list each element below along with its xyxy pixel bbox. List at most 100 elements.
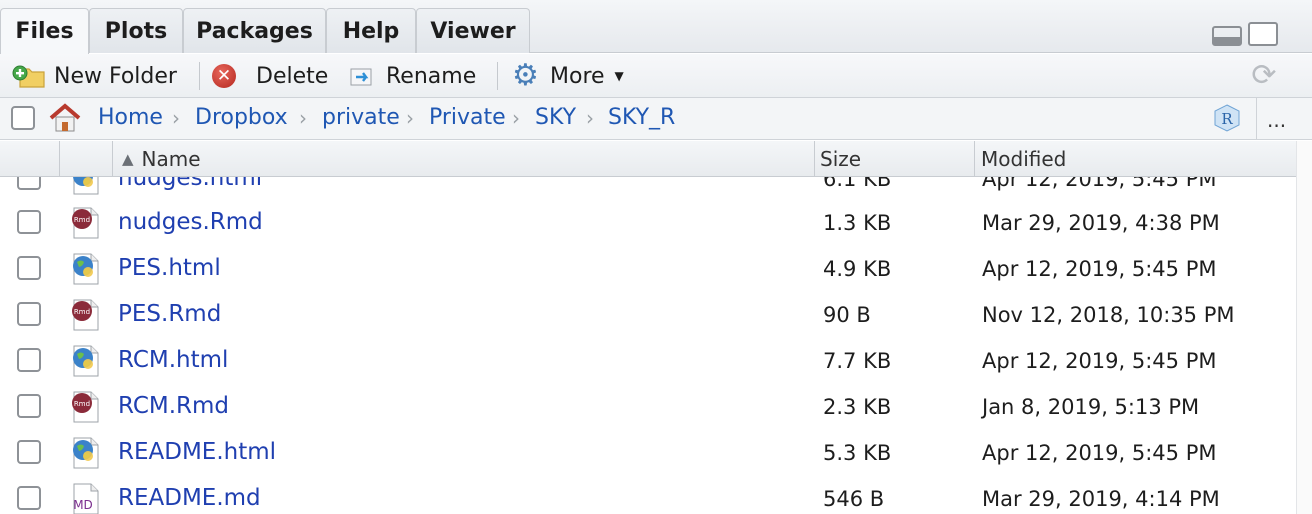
scrollbar[interactable] bbox=[1296, 141, 1312, 514]
new-folder-button[interactable]: New Folder bbox=[12, 54, 177, 98]
more-menu-button[interactable]: ⚙ More ▼ bbox=[512, 54, 624, 98]
file-modified: Mar 29, 2019, 4:38 PM bbox=[982, 211, 1220, 235]
gear-icon: ⚙ bbox=[512, 58, 539, 93]
chevron-right-icon: › bbox=[512, 106, 520, 130]
breadcrumb-home[interactable]: Home bbox=[98, 105, 163, 130]
refresh-icon[interactable]: ⟳ bbox=[1248, 61, 1280, 93]
r-project-icon[interactable]: R bbox=[1212, 103, 1242, 133]
tab-packages[interactable]: Packages bbox=[183, 8, 326, 53]
file-size: 90 B bbox=[823, 303, 871, 327]
column-divider bbox=[59, 141, 60, 177]
breadcrumb-divider bbox=[1256, 98, 1257, 140]
tab-files[interactable]: Files bbox=[0, 8, 89, 54]
svg-text:Rmd: Rmd bbox=[74, 400, 90, 408]
breadcrumb-dropbox[interactable]: Dropbox bbox=[195, 105, 288, 130]
column-header-modified[interactable]: Modified bbox=[981, 141, 1066, 177]
file-list-header: ▲ Name Size Modified bbox=[0, 141, 1296, 177]
tab-plots[interactable]: Plots bbox=[89, 8, 183, 53]
chevron-right-icon: › bbox=[172, 106, 180, 130]
file-name-link[interactable]: README.html bbox=[118, 439, 276, 465]
file-row-checkbox[interactable] bbox=[17, 348, 41, 372]
file-modified: Apr 12, 2019, 5:45 PM bbox=[982, 349, 1217, 373]
file-row[interactable]: README.html 5.3 KB Apr 12, 2019, 5:45 PM bbox=[0, 430, 1296, 476]
file-row[interactable]: RCM.html 7.7 KB Apr 12, 2019, 5:45 PM bbox=[0, 338, 1296, 384]
svg-text:MD: MD bbox=[73, 498, 93, 512]
file-modified: Jan 8, 2019, 5:13 PM bbox=[982, 395, 1200, 419]
select-all-checkbox[interactable] bbox=[11, 106, 35, 130]
tab-viewer[interactable]: Viewer bbox=[416, 8, 530, 53]
file-row-checkbox[interactable] bbox=[17, 394, 41, 418]
breadcrumb-sky-r[interactable]: SKY_R bbox=[608, 105, 675, 130]
rename-icon bbox=[348, 64, 378, 88]
file-name-link[interactable]: nudges.html bbox=[118, 177, 262, 191]
sort-ascending-icon: ▲ bbox=[122, 150, 134, 168]
file-name-link[interactable]: PES.Rmd bbox=[118, 301, 221, 327]
file-name-link[interactable]: RCM.html bbox=[118, 347, 228, 373]
file-row-checkbox[interactable] bbox=[17, 440, 41, 464]
file-modified: Apr 12, 2019, 5:45 PM bbox=[982, 441, 1217, 465]
file-row[interactable]: Rmd nudges.Rmd 1.3 KB Mar 29, 2019, 4:38 PM bbox=[0, 200, 1296, 246]
file-size: 7.7 KB bbox=[823, 349, 892, 373]
rename-button[interactable]: Rename bbox=[348, 54, 476, 98]
delete-icon: ✕ bbox=[212, 64, 236, 88]
file-row-checkbox[interactable] bbox=[17, 177, 41, 190]
file-name-link[interactable]: nudges.Rmd bbox=[118, 209, 263, 235]
minimize-pane-icon[interactable] bbox=[1212, 26, 1242, 46]
file-size: 4.9 KB bbox=[823, 257, 892, 281]
file-size: 546 B bbox=[823, 487, 885, 511]
markdown-file-icon: MD bbox=[70, 482, 102, 514]
files-toolbar: New Folder ✕ Delete Rename ⚙ More ▼ ⟳ bbox=[0, 54, 1312, 98]
breadcrumb-private-lower[interactable]: private bbox=[322, 105, 400, 130]
file-row[interactable]: PES.html 4.9 KB Apr 12, 2019, 5:45 PM bbox=[0, 246, 1296, 292]
column-header-name[interactable]: ▲ Name bbox=[122, 141, 201, 177]
file-row[interactable]: nudges.html 6.1 KB Apr 12, 2019, 5:45 PM bbox=[0, 177, 1296, 202]
breadcrumb: Home › Dropbox › private › Private › SKY… bbox=[0, 98, 1312, 140]
pane-tab-bar: Files Plots Packages Help Viewer bbox=[0, 0, 1312, 54]
svg-text:Rmd: Rmd bbox=[74, 308, 90, 316]
chevron-right-icon: › bbox=[586, 106, 594, 130]
file-name-link[interactable]: PES.html bbox=[118, 255, 221, 281]
toolbar-divider bbox=[199, 62, 200, 90]
toolbar-divider bbox=[497, 62, 498, 90]
file-size: 1.3 KB bbox=[823, 211, 892, 235]
new-folder-icon bbox=[12, 63, 46, 89]
column-divider bbox=[814, 141, 815, 177]
file-row[interactable]: Rmd PES.Rmd 90 B Nov 12, 2018, 10:35 PM bbox=[0, 292, 1296, 338]
html-file-icon bbox=[70, 177, 102, 196]
file-row-checkbox[interactable] bbox=[17, 486, 41, 510]
svg-text:Rmd: Rmd bbox=[74, 216, 90, 224]
home-icon[interactable] bbox=[47, 102, 83, 138]
rmarkdown-file-icon: Rmd bbox=[70, 298, 102, 332]
html-file-icon bbox=[70, 436, 102, 470]
html-file-icon bbox=[70, 252, 102, 286]
file-list: nudges.html 6.1 KB Apr 12, 2019, 5:45 PM Rm… bbox=[0, 177, 1296, 514]
caret-down-icon: ▼ bbox=[614, 69, 624, 83]
file-name-link[interactable]: RCM.Rmd bbox=[118, 393, 229, 419]
file-modified: Mar 29, 2019, 4:14 PM bbox=[982, 487, 1220, 511]
file-size: 2.3 KB bbox=[823, 395, 892, 419]
delete-button[interactable]: ✕ Delete bbox=[212, 54, 328, 98]
file-row-checkbox[interactable] bbox=[17, 256, 41, 280]
file-row[interactable]: MD README.md 546 B Mar 29, 2019, 4:14 PM bbox=[0, 476, 1296, 514]
column-divider bbox=[974, 141, 975, 177]
rmarkdown-file-icon: Rmd bbox=[70, 390, 102, 424]
file-row-checkbox[interactable] bbox=[17, 302, 41, 326]
file-row[interactable]: Rmd RCM.Rmd 2.3 KB Jan 8, 2019, 5:13 PM bbox=[0, 384, 1296, 430]
file-modified: Apr 12, 2019, 5:45 PM bbox=[982, 257, 1217, 281]
file-size: 6.1 KB bbox=[823, 177, 892, 191]
svg-text:R: R bbox=[1221, 110, 1233, 128]
tab-help[interactable]: Help bbox=[326, 8, 416, 53]
rmarkdown-file-icon: Rmd bbox=[70, 206, 102, 240]
file-modified: Apr 12, 2019, 5:45 PM bbox=[982, 177, 1217, 191]
maximize-pane-icon[interactable] bbox=[1248, 22, 1278, 46]
html-file-icon bbox=[70, 344, 102, 378]
file-name-link[interactable]: README.md bbox=[118, 485, 261, 511]
breadcrumb-sky[interactable]: SKY bbox=[535, 105, 576, 130]
file-size: 5.3 KB bbox=[823, 441, 892, 465]
breadcrumb-private[interactable]: Private bbox=[429, 105, 506, 130]
file-row-checkbox[interactable] bbox=[17, 210, 41, 234]
column-header-size[interactable]: Size bbox=[820, 141, 861, 177]
file-modified: Nov 12, 2018, 10:35 PM bbox=[982, 303, 1235, 327]
go-to-directory-button[interactable]: ... bbox=[1267, 108, 1286, 132]
chevron-right-icon: › bbox=[299, 106, 307, 130]
